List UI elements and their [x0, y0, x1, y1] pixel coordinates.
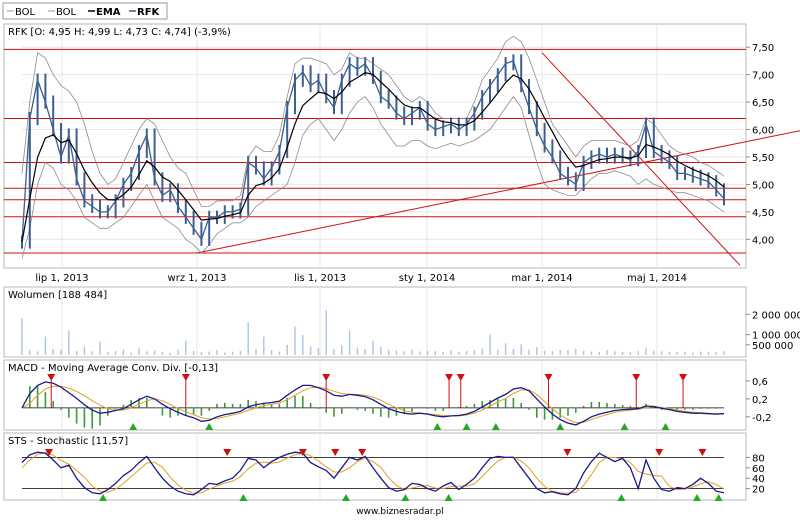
legend-label-1: BOL — [56, 7, 77, 18]
macd-buy-marker — [433, 423, 442, 430]
chart-canvas: BOL BOL EMA RFK lip 1, 2013 wrz 1, 2013 li… — [2, 2, 800, 517]
macd-sell-marker — [456, 374, 465, 381]
sts-panel-title: STS - Stochastic [11,57] — [8, 436, 128, 447]
sts-buy-marker — [617, 494, 626, 501]
macd-sell-marker — [181, 374, 190, 381]
sts-sell-marker — [655, 449, 664, 456]
price-layer — [4, 35, 800, 266]
sts-buy-marker — [401, 494, 410, 501]
sts-sell-marker — [563, 449, 572, 456]
x-tick-label: lis 1, 2013 — [294, 273, 346, 284]
bollinger-lower-line — [21, 95, 725, 259]
price-panel-title: RFK [O: 4,95 H: 4,99 L: 4,73 C: 4,74] (-… — [8, 27, 231, 38]
macd-sell-marker — [47, 374, 56, 381]
price-y-tick-label: 5,00 — [752, 180, 774, 191]
sts-sell-marker — [358, 449, 367, 456]
sts-y-tick-label: 20 — [752, 485, 765, 496]
price-panel-frame — [3, 23, 747, 269]
macd-buy-marker — [462, 423, 471, 430]
x-tick-label: mar 1, 2014 — [511, 273, 572, 284]
macd-buy-marker — [491, 423, 500, 430]
volume-y-tick-label: 2 000 000 — [752, 310, 800, 321]
macd-layer — [21, 374, 725, 430]
sts-sell-marker — [698, 449, 707, 456]
macd-sell-marker — [632, 374, 641, 381]
sts-buy-marker — [714, 494, 723, 501]
sts-sell-marker — [331, 449, 340, 456]
volume-layer — [21, 310, 725, 355]
volume-panel-frame — [3, 286, 747, 358]
macd-buy-marker — [556, 423, 565, 430]
x-tick-label: wrz 1, 2013 — [168, 273, 227, 284]
x-tick-label: lip 1, 2013 — [35, 273, 88, 284]
macd-line — [21, 381, 725, 426]
macd-sell-marker — [322, 374, 331, 381]
volume-y-tick-label: 500 000 — [752, 341, 793, 352]
price-y-tick-label: 7,00 — [752, 71, 774, 82]
x-tick-label: sty 1, 2014 — [399, 273, 455, 284]
sts-buy-marker — [342, 494, 350, 501]
legend-label-2: EMA — [96, 7, 121, 18]
macd-buy-marker — [129, 423, 138, 430]
macd-y-tick-label: 0,6 — [752, 377, 768, 388]
price-close-line — [21, 60, 725, 243]
sts-buy-marker — [693, 494, 701, 501]
legend-label-3: RFK — [137, 7, 161, 18]
macd-sell-marker — [679, 374, 688, 381]
price-y-tick-label: 6,50 — [752, 98, 774, 109]
price-y-tick-label: 4,00 — [752, 235, 774, 246]
macd-buy-marker — [661, 423, 670, 430]
sts-buy-marker — [99, 494, 107, 501]
macd-sell-marker — [544, 374, 553, 381]
axes-layer: lip 1, 2013 wrz 1, 2013 lis 1, 2013 sty 1, … — [35, 43, 800, 495]
macd-y-tick-label: 0,2 — [752, 395, 768, 406]
legend-label-0: BOL — [15, 7, 36, 18]
macd-sell-marker — [445, 374, 454, 381]
watermark: www.biznesradar.pl — [356, 507, 443, 517]
sts-y-tick-label: 40 — [752, 474, 765, 485]
price-y-tick-label: 5,50 — [752, 153, 774, 164]
price-y-tick-label: 6,00 — [752, 126, 774, 137]
sts-y-tick-label: 80 — [752, 453, 765, 464]
sts-layer — [21, 449, 725, 501]
sts-sell-marker — [223, 449, 232, 456]
trendline-1 — [541, 52, 741, 266]
price-y-tick-label: 7,50 — [752, 43, 774, 54]
macd-panel-title: MACD - Moving Average Conv. Div. [-0,13] — [8, 363, 218, 374]
sts-buy-marker — [444, 494, 453, 501]
macd-buy-marker — [205, 423, 214, 430]
legend: BOL BOL EMA RFK — [2, 2, 168, 20]
sts-y-tick-label: 60 — [752, 464, 765, 475]
macd-y-tick-label: -0,2 — [752, 413, 772, 424]
volume-panel-title: Wolumen [188 484] — [8, 290, 107, 301]
macd-signal-line — [21, 385, 724, 424]
x-tick-label: maj 1, 2014 — [627, 273, 687, 284]
macd-buy-marker — [620, 423, 629, 430]
sts-buy-marker — [239, 494, 248, 501]
price-y-tick-label: 4,50 — [752, 208, 774, 219]
